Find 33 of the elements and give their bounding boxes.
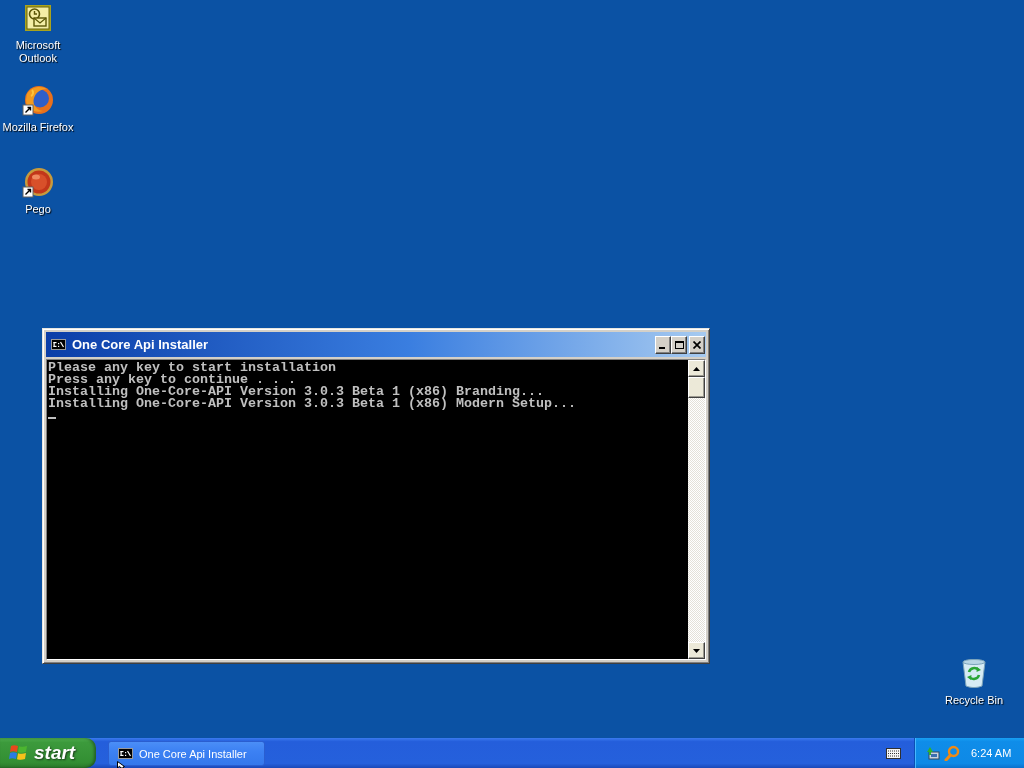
start-button[interactable]: start: [0, 738, 96, 768]
minimize-icon: [659, 347, 665, 349]
console-line: Press any key to continue . . .: [48, 374, 297, 386]
close-button[interactable]: [689, 335, 705, 354]
console-line: Installing One-Core-API Version 3.0.3 Beta 1 (x86) Branding...: [48, 386, 544, 398]
desktop-icon-label[interactable]: Microsoft Outlook: [0, 39, 76, 65]
scroll-up-button[interactable]: [688, 360, 705, 377]
console-line: Installing One-Core-API Version 3.0.3 Beta 1 (x86) Modern Setup...: [48, 398, 577, 410]
console-line: Please any key to start installation: [48, 362, 337, 374]
scroll-down-button[interactable]: [688, 642, 705, 659]
desktop-icon-label[interactable]: Recycle Bin: [936, 694, 1012, 707]
maximize-icon: [674, 340, 684, 349]
mouse-pointer-icon: [117, 761, 125, 768]
clock[interactable]: 6:24 AM: [971, 747, 1012, 759]
flag-icon: [9, 744, 29, 762]
keyboard-icon[interactable]: [886, 747, 901, 759]
orb-icon[interactable]: [22, 166, 54, 198]
taskbar-button[interactable]: One Core Api Installer: [108, 741, 265, 766]
clock-envelope-icon[interactable]: [22, 2, 54, 34]
maximize-button[interactable]: [671, 335, 687, 354]
close-icon: [693, 340, 701, 349]
desktop-icon-label[interactable]: Pego: [0, 203, 76, 216]
scrollbar[interactable]: [688, 360, 705, 659]
console-icon: [118, 748, 133, 759]
caret-down-icon: [693, 648, 700, 653]
minimize-button[interactable]: [655, 335, 671, 354]
globe-icon[interactable]: [22, 84, 54, 116]
window-title: One Core Api Installer: [72, 337, 210, 352]
monitor-arrow-icon[interactable]: [925, 745, 941, 761]
caret-up-icon: [693, 366, 700, 371]
console-icon: [51, 339, 66, 350]
scrollbar-thumb[interactable]: [688, 377, 705, 398]
desktop-icon-label[interactable]: Mozilla Firefox: [0, 121, 76, 134]
